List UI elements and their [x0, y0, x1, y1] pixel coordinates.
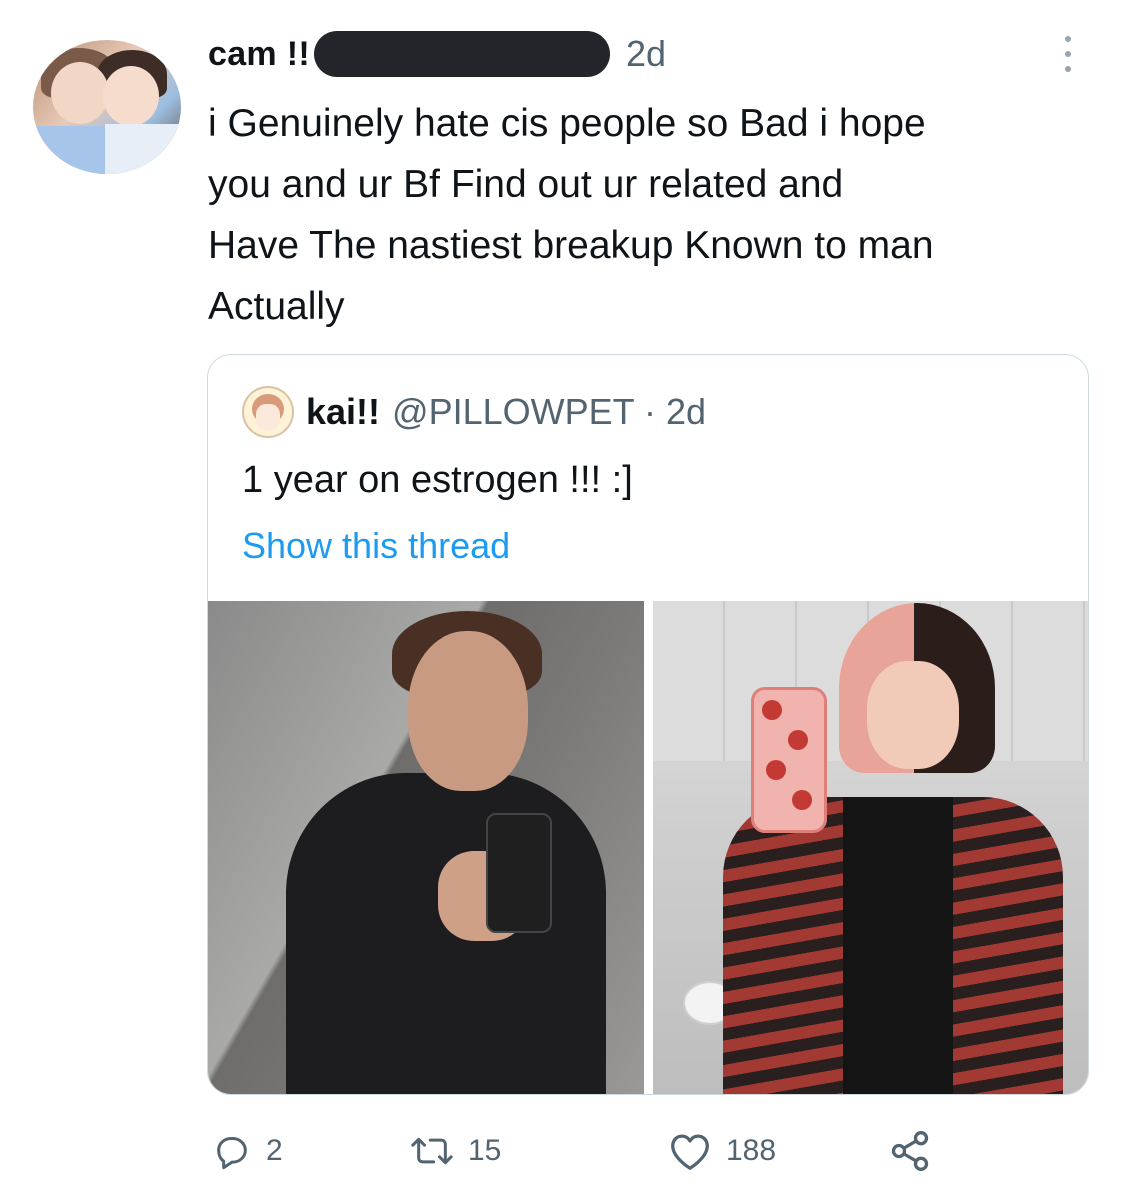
quoted-author-name[interactable]: kai!!: [306, 391, 380, 433]
share-icon: [891, 1131, 929, 1171]
tweet-timestamp[interactable]: 2d: [626, 33, 666, 75]
show-thread-link[interactable]: Show this thread: [242, 525, 510, 567]
quoted-tweet[interactable]: kai!! @PILLOWPET · 2d 1 year on estrogen…: [207, 354, 1089, 1095]
share-button[interactable]: [888, 1126, 946, 1176]
avatar-detail: [105, 124, 181, 174]
reply-button[interactable]: 2: [212, 1126, 283, 1176]
photo-detail: [751, 687, 827, 833]
redaction-bar: [313, 31, 610, 77]
quoted-author-handle[interactable]: @PILLOWPET · 2d: [392, 391, 706, 433]
quoted-author-avatar[interactable]: [242, 386, 294, 438]
reply-count: 2: [266, 1134, 283, 1167]
avatar-detail: [33, 126, 113, 174]
photo-detail: [486, 813, 552, 933]
retweet-count: 15: [468, 1134, 502, 1167]
avatar-detail: [51, 62, 109, 124]
reply-icon: [217, 1137, 247, 1170]
photo-detail: [843, 797, 953, 1094]
author-avatar[interactable]: [33, 40, 181, 174]
retweet-icon: [411, 1137, 453, 1165]
like-button[interactable]: 188: [668, 1126, 776, 1176]
photo-detail: [286, 773, 606, 1094]
like-icon: [671, 1134, 709, 1170]
quoted-tweet-header: kai!! @PILLOWPET · 2d: [242, 385, 706, 439]
avatar-detail: [103, 66, 159, 126]
more-icon[interactable]: [1060, 36, 1076, 72]
retweet-button[interactable]: 15: [410, 1126, 501, 1176]
photo-detail: [867, 661, 959, 769]
quoted-photo-1[interactable]: [208, 601, 644, 1094]
quoted-tweet-text: 1 year on estrogen !!! :]: [242, 459, 633, 501]
tweet-header: cam !! 2d: [208, 24, 666, 84]
tweet-text: i Genuinely hate cis people so Bad i hop…: [208, 102, 934, 328]
photo-divider: [644, 601, 653, 1094]
tweet-actions: 2 15 188: [212, 1126, 972, 1176]
author-name[interactable]: cam !!: [208, 35, 310, 74]
quoted-photo-2[interactable]: [653, 601, 1088, 1094]
like-count: 188: [726, 1134, 777, 1167]
photo-detail: [408, 631, 528, 791]
